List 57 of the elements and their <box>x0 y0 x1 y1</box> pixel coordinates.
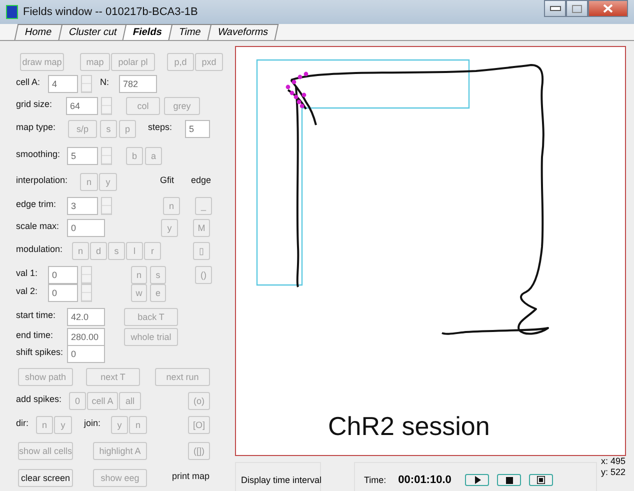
field-label: grid size: <box>16 98 54 111</box>
field-label: cell A: <box>16 76 42 89</box>
field-label: val 1: <box>16 267 39 280</box>
field-label: shift spikes: <box>16 346 64 359</box>
y-coordinate: y: 522 <box>601 467 626 478</box>
input-field[interactable]: 0 <box>67 219 105 237</box>
field-label: interpolation: <box>16 174 69 187</box>
field-label: modulation: <box>16 243 64 256</box>
field-label: start time: <box>16 309 57 322</box>
field-label: print map <box>172 470 211 483</box>
framed-square-icon <box>537 476 546 484</box>
field-label: scale max: <box>16 220 60 233</box>
field-label: N: <box>100 76 110 89</box>
field-label: Gfit <box>160 174 176 187</box>
number-field[interactable]: 4 <box>48 75 78 93</box>
input-field[interactable]: 0 <box>67 345 105 363</box>
field-label: end time: <box>16 329 54 342</box>
number-field[interactable]: 0 <box>48 266 78 284</box>
field-label: map type: <box>16 121 57 134</box>
number-field[interactable]: 3 <box>67 197 98 215</box>
input-field[interactable]: 42.0 <box>67 308 105 326</box>
number-field[interactable]: 5 <box>67 147 98 165</box>
play-button[interactable] <box>465 474 490 486</box>
input-field[interactable]: 5 <box>185 120 210 138</box>
input-field[interactable]: 782 <box>119 75 157 93</box>
tab[interactable]: Time <box>168 24 212 40</box>
number-field[interactable]: 64 <box>66 97 98 115</box>
number-field[interactable]: 0 <box>48 284 78 302</box>
field-label: smoothing: <box>16 148 62 161</box>
minimize-button[interactable] <box>544 0 566 17</box>
time-label: Time: <box>364 475 386 485</box>
play-icon <box>474 476 481 484</box>
close-button[interactable] <box>588 0 628 17</box>
field-label: steps: <box>148 121 174 134</box>
panel-button[interactable]: clear screen <box>18 469 73 487</box>
field-label: join: <box>84 417 102 430</box>
field-label: add spikes: <box>16 393 63 406</box>
spike-markers <box>286 72 308 108</box>
field-label: edge <box>191 174 212 187</box>
tab[interactable]: Home <box>14 24 62 40</box>
time-value: 00:01:10.0 <box>398 474 452 486</box>
maximize-button[interactable] <box>566 0 588 17</box>
field-label: val 2: <box>16 285 39 298</box>
close-icon <box>603 4 613 13</box>
field-label: edge trim: <box>16 198 58 211</box>
field-label: dir: <box>16 417 30 430</box>
tab[interactable]: Fields <box>122 24 174 40</box>
input-field[interactable]: 280.00 <box>67 328 105 346</box>
tab[interactable]: Waveforms <box>208 24 280 40</box>
app-icon <box>6 5 18 19</box>
x-coordinate: x: 495 <box>601 456 626 467</box>
session-caption: ChR2 session <box>328 411 490 442</box>
stop-icon <box>506 476 513 484</box>
tab[interactable]: Cluster cut <box>58 24 128 40</box>
window-title: Fields window -- 010217b-BCA3-1B <box>23 6 198 18</box>
stop-button[interactable] <box>497 474 522 486</box>
interval-label: Display time interval <box>240 475 322 487</box>
